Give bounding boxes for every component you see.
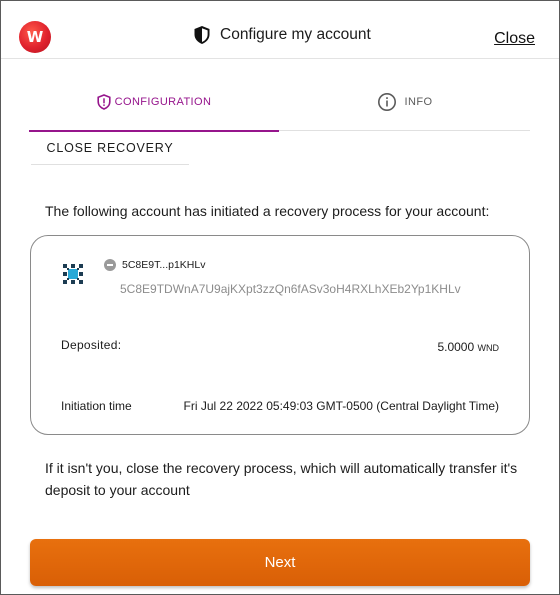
dialog-header: W Configure my account Close <box>1 1 559 59</box>
deposited-value: 5.0000 <box>437 340 475 354</box>
close-link[interactable]: Close <box>494 30 535 48</box>
intro-text: The following account has initiated a re… <box>45 203 490 219</box>
deposited-label: Deposited: <box>61 338 122 352</box>
next-button[interactable]: Next <box>30 539 530 586</box>
account-identicon <box>63 264 83 284</box>
minus-circle-icon[interactable] <box>104 259 116 271</box>
tab-configuration[interactable]: CONFIGURATION <box>29 73 279 132</box>
account-short-address: 5C8E9T...p1KHLv <box>122 259 206 271</box>
note-text: If it isn't you, close the recovery proc… <box>45 460 518 498</box>
subtab-label: CLOSE RECOVERY <box>46 141 174 155</box>
dialog-title: Configure my account <box>220 26 371 43</box>
app-logo: W <box>19 21 51 53</box>
subtab-close-recovery[interactable]: CLOSE RECOVERY <box>31 132 189 165</box>
account-full-address: 5C8E9TDWnA7U9ajKXpt3zzQn6fASv3oH4RXLhXEb… <box>120 282 461 296</box>
logo-letter: W <box>26 28 44 46</box>
deposited-unit: WND <box>477 343 500 353</box>
tab-info-label: INFO <box>404 96 433 108</box>
tab-info[interactable]: INFO <box>279 73 530 131</box>
deposited-value-wrap: 5.0000 WND <box>437 340 499 354</box>
shield-alert-icon <box>97 94 111 110</box>
recovery-dialog: W Configure my account Close CONFIGURATI… <box>0 0 560 595</box>
initiation-time-value: Fri Jul 22 2022 05:49:03 GMT-0500 (Centr… <box>183 399 499 413</box>
next-button-label: Next <box>264 554 296 571</box>
account-short-row: 5C8E9T...p1KHLv <box>104 259 205 271</box>
dialog-title-wrap: Configure my account <box>193 25 371 45</box>
initiation-time-label: Initiation time <box>61 399 132 413</box>
tab-bar: CONFIGURATION INFO <box>29 73 530 132</box>
shield-icon <box>194 26 210 44</box>
info-circle-icon <box>377 93 396 111</box>
tab-configuration-label: CONFIGURATION <box>114 96 212 108</box>
account-card: 5C8E9T...p1KHLv 5C8E9TDWnA7U9ajKXpt3zzQn… <box>30 235 530 435</box>
